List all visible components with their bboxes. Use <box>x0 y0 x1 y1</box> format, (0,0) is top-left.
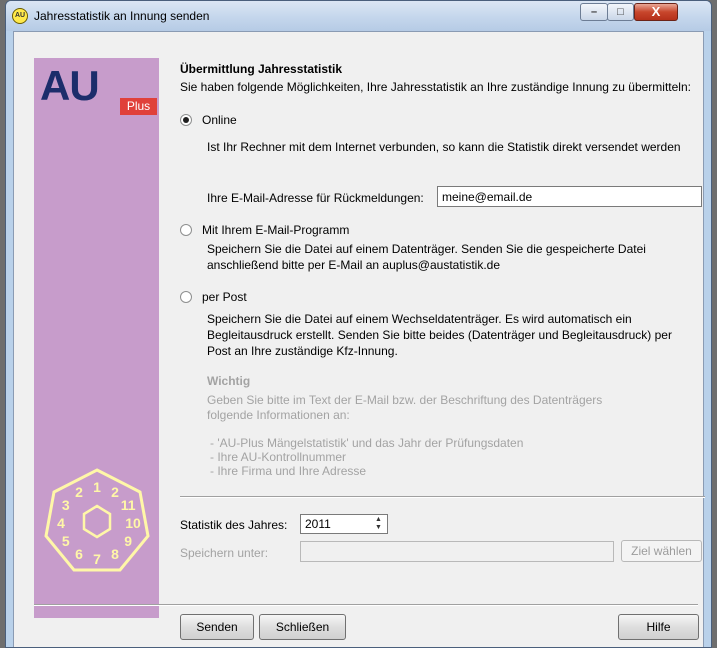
year-spinbox[interactable]: 2011 ▲ ▼ <box>300 514 388 534</box>
seal-digit: 6 <box>75 546 83 562</box>
divider <box>180 496 705 498</box>
sidebar-banner: AU Plus 1 2 11 10 9 8 7 6 5 4 3 2 <box>34 58 159 618</box>
radio-online[interactable]: Online <box>180 113 237 127</box>
app-icon: AU <box>12 8 28 24</box>
radio-online-label: Online <box>202 113 237 127</box>
radio-email-program-label: Mit Ihrem E-Mail-Programm <box>202 223 350 237</box>
seal-digit: 11 <box>121 497 136 513</box>
send-button[interactable]: Senden <box>180 614 254 640</box>
close-window-button[interactable]: X <box>634 3 678 21</box>
button-bar-divider <box>34 604 698 606</box>
minimize-icon: – <box>590 6 598 18</box>
dialog-client-area: AU Plus 1 2 11 10 9 8 7 6 5 4 3 2 Übermittlung Jahr… <box>13 31 705 647</box>
year-value: 2011 <box>305 517 331 531</box>
radio-online-button[interactable] <box>180 114 192 126</box>
help-button[interactable]: Hilfe <box>618 614 699 640</box>
seal-digit: 2 <box>75 484 83 500</box>
minimize-button[interactable]: – <box>580 3 608 21</box>
close-button[interactable]: Schließen <box>259 614 346 640</box>
maximize-button[interactable]: □ <box>607 3 634 21</box>
online-description: Ist Ihr Rechner mit dem Internet verbund… <box>207 140 681 154</box>
seal-digit: 7 <box>93 551 101 567</box>
save-location-label: Speichern unter: <box>180 546 269 560</box>
important-item: - 'AU-Plus Mängelstatistik' und das Jahr… <box>210 436 524 450</box>
email-program-desc-line2: anschließend bitte per E-Mail an auplus@… <box>207 258 501 272</box>
seal-digit: 3 <box>62 497 70 513</box>
title-bar[interactable]: AU Jahresstatistik an Innung senden – □ … <box>6 1 711 31</box>
dialog-window: AU Jahresstatistik an Innung senden – □ … <box>5 0 712 648</box>
logo-badge: Plus <box>120 98 157 115</box>
spin-up-icon[interactable]: ▲ <box>371 516 386 524</box>
radio-email-program[interactable]: Mit Ihrem E-Mail-Programm <box>180 223 349 237</box>
year-label: Statistik des Jahres: <box>180 518 288 532</box>
maximize-icon: □ <box>617 6 624 18</box>
year-spinner[interactable]: ▲ ▼ <box>371 516 386 532</box>
section-title: Übermittlung Jahresstatistik <box>180 62 343 76</box>
choose-target-button[interactable]: Ziel wählen <box>621 540 702 562</box>
radio-email-program-button[interactable] <box>180 224 192 236</box>
close-icon: X <box>651 4 661 19</box>
seal-digit: 4 <box>57 515 65 531</box>
post-desc-line2: Begleitausdruck erstellt. Senden Sie bit… <box>207 328 672 342</box>
email-program-desc-line1: Speichern Sie die Datei auf einem Datent… <box>207 242 646 256</box>
email-field[interactable] <box>437 186 702 207</box>
seal-digit: 9 <box>124 533 132 549</box>
important-line1: Geben Sie bitte im Text der E-Mail bzw. … <box>207 393 603 407</box>
important-heading: Wichtig <box>207 374 251 388</box>
seal-digit: 8 <box>111 546 119 562</box>
spin-down-icon[interactable]: ▼ <box>371 524 386 532</box>
logo-text: AU <box>40 62 100 109</box>
seal-digit: 2 <box>111 484 119 500</box>
email-label: Ihre E-Mail-Adresse für Rückmeldungen: <box>207 191 424 205</box>
section-subtitle: Sie haben folgende Möglichkeiten, Ihre J… <box>180 80 691 94</box>
radio-post-label: per Post <box>202 290 247 304</box>
important-item: - Ihre Firma und Ihre Adresse <box>210 464 367 478</box>
seal-digit: 1 <box>93 479 101 495</box>
seal-digit: 10 <box>125 515 141 531</box>
save-location-field <box>300 541 614 562</box>
inspection-seal-icon: 1 2111098765432 <box>44 468 150 572</box>
post-desc-line3: Post an Ihre zuständige Kfz-Innung. <box>207 344 398 358</box>
important-line2: folgende Informationen an: <box>207 408 350 422</box>
important-item: - Ihre AU-Kontrollnummer <box>210 450 347 464</box>
radio-post[interactable]: per Post <box>180 290 247 304</box>
seal-digit: 5 <box>62 533 70 549</box>
window-title: Jahresstatistik an Innung senden <box>34 9 210 23</box>
post-desc-line1: Speichern Sie die Datei auf einem Wechse… <box>207 312 632 326</box>
radio-post-button[interactable] <box>180 291 192 303</box>
